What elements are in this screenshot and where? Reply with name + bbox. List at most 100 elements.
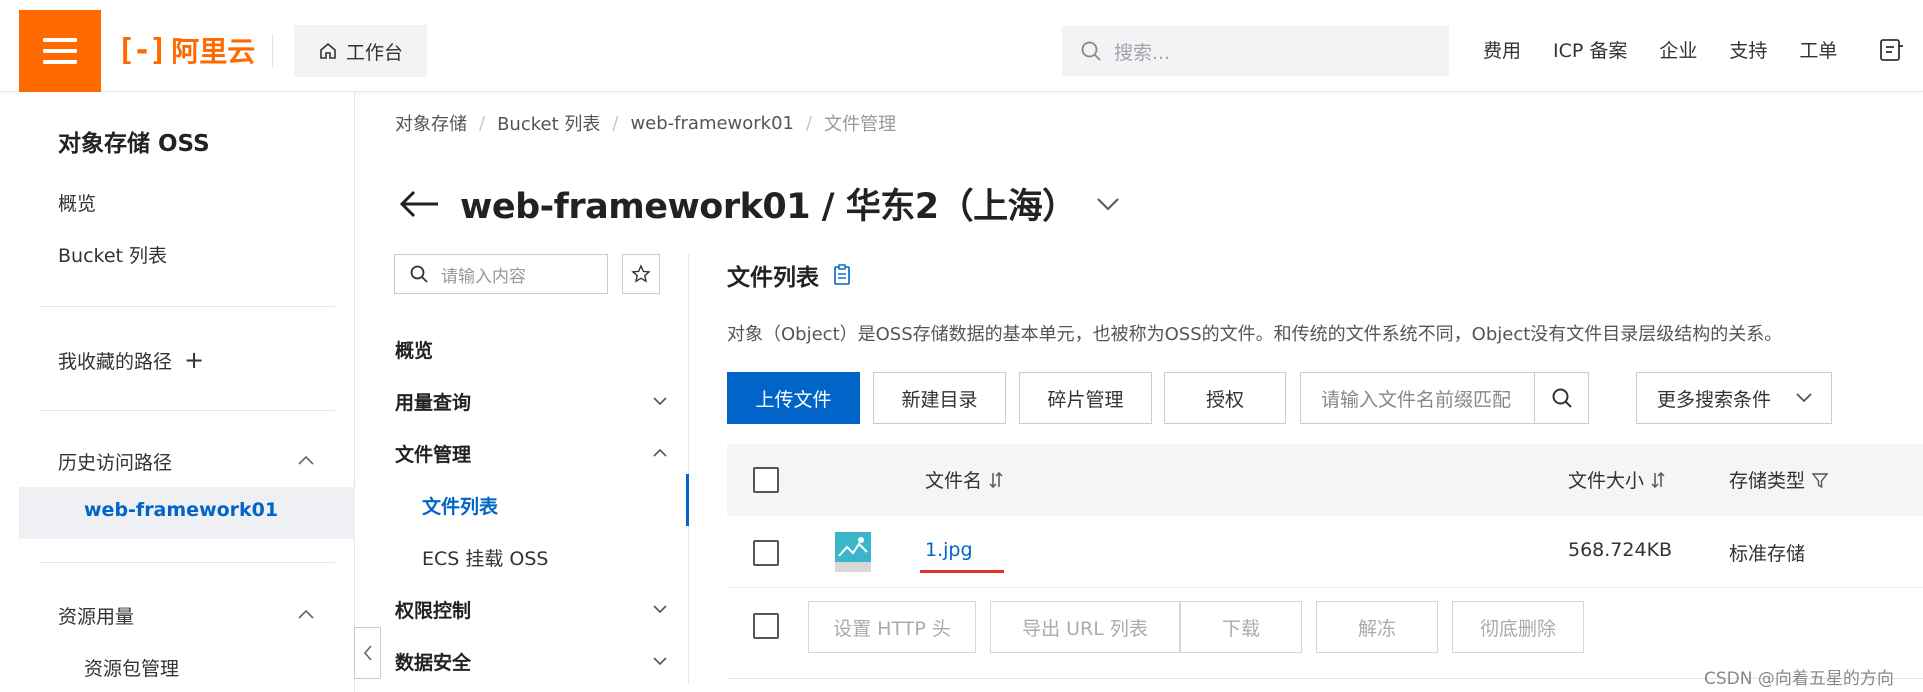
sidebar-item-resource-pkg[interactable]: 资源包管理 (84, 654, 179, 681)
image-file-icon (835, 532, 871, 572)
chevron-down-icon[interactable] (1095, 194, 1121, 214)
hamburger-menu-button[interactable] (19, 10, 101, 92)
search-icon (1081, 41, 1101, 61)
subnav-item-ecs-mount[interactable]: ECS 挂载 OSS (422, 544, 549, 571)
breadcrumb-current: 文件管理 (824, 114, 897, 135)
sidebar-item-history-web-framework01[interactable]: web-framework01 (84, 499, 278, 521)
sidebar-item-history[interactable]: 历史访问路径 (58, 448, 172, 475)
app-icon[interactable] (1878, 36, 1904, 64)
row-checkbox[interactable] (753, 540, 779, 566)
select-all-checkbox[interactable] (753, 467, 779, 493)
workbench-button[interactable]: 工作台 (294, 25, 427, 77)
chevron-up-icon[interactable] (651, 444, 669, 462)
search-placeholder: 搜索... (1114, 41, 1171, 64)
clipboard-icon[interactable] (833, 264, 851, 286)
add-favorite-icon[interactable]: + (184, 346, 204, 374)
sidebar-item-favorites[interactable]: 我收藏的路径 + (58, 346, 204, 374)
logo-text: 阿里云 (171, 35, 256, 68)
file-name-link[interactable]: 1.jpg (925, 539, 973, 561)
column-header-name[interactable]: 文件名 (925, 466, 1004, 493)
sidebar-item-resources[interactable]: 资源用量 (58, 602, 134, 629)
permanent-delete-button[interactable]: 彻底删除 (1452, 601, 1584, 653)
menu-bar-icon (43, 38, 77, 42)
page-title: web-framework01 / 华东2（上海） (460, 187, 1077, 227)
top-bar: [-] 阿里云 工作台 搜索... 费用 ICP 备案 企业 支持 工单 (0, 0, 1923, 92)
divider (272, 34, 273, 68)
back-arrow-icon[interactable] (398, 189, 442, 219)
sidebar-item-bucket-list[interactable]: Bucket 列表 (58, 241, 167, 268)
search-icon (410, 265, 428, 283)
column-header-size[interactable]: 文件大小 (1568, 466, 1666, 493)
menu-bar-icon (43, 60, 77, 64)
unfreeze-button[interactable]: 解冻 (1316, 601, 1438, 653)
file-search-input[interactable]: 请输入文件名前缀匹配 (1300, 372, 1589, 424)
export-url-list-button[interactable]: 导出 URL 列表 (990, 601, 1180, 653)
chevron-up-icon[interactable] (297, 606, 315, 624)
subnav-item-usage[interactable]: 用量查询 (395, 388, 471, 415)
aliyun-logo[interactable]: [-] 阿里云 (117, 30, 255, 70)
product-sidebar: 对象存储 OSS 概览 Bucket 列表 我收藏的路径 + 历史访问路径 we… (19, 92, 355, 692)
breadcrumb: 对象存储 / Bucket 列表 / web-framework01 / 文件管… (395, 110, 896, 136)
file-search-button[interactable] (1534, 373, 1588, 423)
subnav-item-file-mgmt[interactable]: 文件管理 (395, 440, 471, 467)
more-search-conditions-dropdown[interactable]: 更多搜索条件 (1636, 372, 1832, 424)
download-button[interactable]: 下载 (1180, 601, 1302, 653)
set-http-header-button[interactable]: 设置 HTTP 头 (808, 601, 976, 653)
breadcrumb-separator: / (612, 112, 619, 134)
subnav-search-input[interactable]: 请输入内容 (394, 254, 608, 294)
chevron-left-icon (363, 645, 372, 661)
filter-icon (1811, 472, 1829, 488)
new-directory-button[interactable]: 新建目录 (873, 372, 1006, 424)
sidebar-item-overview[interactable]: 概览 (58, 189, 96, 216)
section-header: 文件列表 (727, 258, 851, 292)
page-header: web-framework01 / 华东2（上海） (398, 178, 1121, 229)
more-search-label: 更多搜索条件 (1657, 388, 1772, 411)
watermark: CSDN @向着五星的方向 (1704, 669, 1894, 689)
top-link-support[interactable]: 支持 (1729, 36, 1767, 63)
section-title: 文件列表 (727, 265, 819, 291)
authorize-button[interactable]: 授权 (1164, 372, 1286, 424)
top-link-billing[interactable]: 费用 (1483, 36, 1521, 63)
favorites-label: 我收藏的路径 (58, 350, 173, 373)
storage-type-cell: 标准存储 (1729, 543, 1806, 565)
breadcrumb-oss[interactable]: 对象存储 (395, 110, 467, 136)
divider (39, 306, 335, 307)
subnav-item-data-security[interactable]: 数据安全 (395, 648, 471, 675)
subnav-active-indicator (686, 474, 689, 526)
breadcrumb-separator: / (806, 112, 813, 134)
file-size-cell: 568.724KB (1568, 539, 1673, 561)
subnav-item-permissions[interactable]: 权限控制 (395, 596, 471, 623)
favorite-star-button[interactable] (622, 254, 660, 294)
column-name-label: 文件名 (925, 470, 983, 492)
chevron-down-icon (1796, 393, 1812, 403)
top-links: 费用 ICP 备案 企业 支持 工单 (1483, 36, 1869, 63)
top-link-icp[interactable]: ICP 备案 (1553, 36, 1627, 63)
chevron-down-icon[interactable] (651, 392, 669, 410)
batch-select-checkbox[interactable] (753, 613, 779, 639)
star-icon (631, 264, 651, 283)
global-search-input[interactable]: 搜索... (1062, 26, 1449, 76)
divider (39, 562, 335, 563)
collapse-sidebar-button[interactable] (354, 627, 381, 679)
column-storage-label: 存储类型 (1729, 470, 1806, 492)
divider (39, 410, 335, 411)
home-icon (320, 42, 336, 59)
chevron-down-icon[interactable] (651, 652, 669, 670)
chevron-down-icon[interactable] (651, 600, 669, 618)
breadcrumb-separator: / (479, 112, 486, 134)
breadcrumb-bucket-list[interactable]: Bucket 列表 (497, 110, 600, 136)
chevron-up-icon[interactable] (297, 452, 315, 470)
subnav-item-overview[interactable]: 概览 (395, 336, 433, 363)
breadcrumb-bucket[interactable]: web-framework01 (630, 113, 794, 134)
top-link-ticket[interactable]: 工单 (1799, 36, 1837, 63)
search-icon (1552, 388, 1572, 408)
top-link-enterprise[interactable]: 企业 (1659, 36, 1697, 63)
workbench-label: 工作台 (345, 41, 403, 64)
sort-icon (1651, 471, 1665, 488)
column-size-label: 文件大小 (1568, 470, 1645, 492)
column-header-storage[interactable]: 存储类型 (1729, 466, 1829, 493)
fragment-management-button[interactable]: 碎片管理 (1019, 372, 1152, 424)
subnav-item-file-list[interactable]: 文件列表 (422, 492, 498, 519)
upload-file-button[interactable]: 上传文件 (727, 372, 860, 424)
menu-bar-icon (43, 49, 77, 53)
